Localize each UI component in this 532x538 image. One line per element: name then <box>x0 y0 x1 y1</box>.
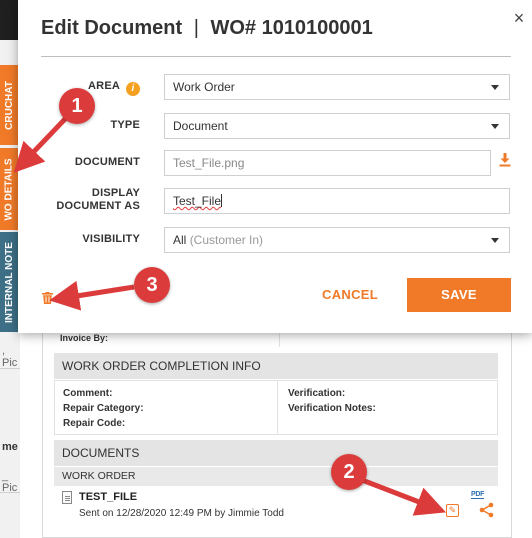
completion-right-fields: Verification: Verification Notes: <box>288 386 376 416</box>
info-icon[interactable]: i <box>126 82 140 96</box>
visibility-select[interactable]: All (Customer In) <box>164 227 510 253</box>
visibility-value: All <box>173 233 187 247</box>
work-order-number: WO# 1010100001 <box>210 17 373 39</box>
column-divider <box>277 381 278 435</box>
modal-title-text: Edit Document <box>41 17 183 39</box>
title-divider <box>41 56 511 57</box>
edit-document-icon[interactable]: ✎ <box>446 504 459 517</box>
tab-wo-details[interactable]: WO DETAILS <box>0 148 18 230</box>
document-file-field[interactable]: Test_File.png <box>164 150 491 176</box>
bg-divider <box>279 333 280 347</box>
trash-icon[interactable] <box>42 292 53 304</box>
area-select[interactable]: Work Order <box>164 74 510 100</box>
tab-cruchat[interactable]: CRUCHAT <box>0 65 18 145</box>
comment-label: Comment: <box>63 388 113 399</box>
area-value: Work Order <box>173 80 235 94</box>
repair-code-label: Repair Code: <box>63 418 126 429</box>
file-icon <box>62 491 72 504</box>
edit-document-modal: Edit Document | WO# 1010100001 × AREA i W… <box>18 0 532 333</box>
title-separator: | <box>193 17 199 39</box>
chevron-down-icon <box>491 238 499 243</box>
visibility-label: VISIBILITY <box>82 233 140 245</box>
display-as-input[interactable]: Test_File <box>164 188 510 214</box>
completion-info-box: Comment: Repair Category: Repair Code: V… <box>54 380 498 435</box>
pdf-badge-icon[interactable]: PDF <box>471 491 484 499</box>
type-select[interactable]: Document <box>164 113 510 139</box>
bg-fragment: me <box>2 441 18 453</box>
repair-category-label: Repair Category: <box>63 403 144 414</box>
chevron-down-icon <box>491 124 499 129</box>
modal-title: Edit Document | WO# 1010100001 <box>41 17 373 40</box>
cancel-button[interactable]: CANCEL <box>310 278 390 312</box>
completion-left-fields: Comment: Repair Category: Repair Code: <box>63 386 144 431</box>
document-label: DOCUMENT <box>74 156 140 168</box>
display-as-value: Test_File <box>173 194 222 208</box>
document-filename: Test_File.png <box>173 156 245 170</box>
chevron-down-icon <box>491 85 499 90</box>
completion-info-header: WORK ORDER COMPLETION INFO <box>54 353 498 379</box>
document-meta: Sent on 12/28/2020 12:49 PM by Jimmie To… <box>79 508 284 519</box>
callout-1-badge: 1 <box>59 88 95 124</box>
bg-fragment: , Pic <box>2 345 18 369</box>
share-icon[interactable] <box>478 501 496 519</box>
documents-subheader: WORK ORDER <box>54 467 498 486</box>
document-name[interactable]: TEST_FILE <box>79 491 137 503</box>
save-button[interactable]: SAVE <box>407 278 511 312</box>
verification-label: Verification: <box>288 388 346 399</box>
tab-internal-note[interactable]: INTERNAL NOTE <box>0 232 18 332</box>
callout-2-badge: 2 <box>331 454 367 490</box>
bg-divider <box>0 492 20 493</box>
download-icon[interactable] <box>499 153 511 167</box>
verification-notes-label: Verification Notes: <box>288 403 376 414</box>
bg-divider <box>0 368 20 369</box>
text-cursor <box>221 194 223 207</box>
callout-3-badge: 3 <box>134 267 170 303</box>
invoice-by-label: Invoice By: <box>60 333 109 343</box>
bg-fragment: _ Pic <box>2 470 18 494</box>
close-icon[interactable]: × <box>511 9 527 27</box>
visibility-hint: (Customer In) <box>189 233 264 247</box>
display-as-label: DISPLAY DOCUMENT AS <box>56 187 140 212</box>
document-list-item[interactable]: TEST_FILE Sent on 12/28/2020 12:49 PM by… <box>62 489 492 525</box>
documents-header: DOCUMENTS <box>54 440 498 466</box>
type-value: Document <box>173 119 228 133</box>
